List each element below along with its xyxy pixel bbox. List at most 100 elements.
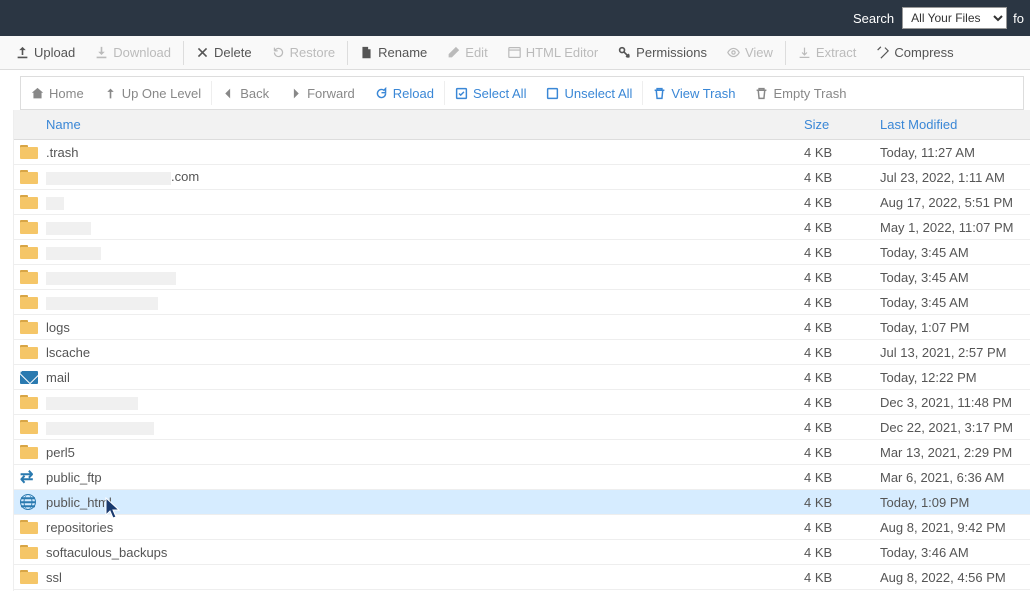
file-name: softaculous_backups: [46, 545, 804, 560]
file-size: 4 KB: [804, 295, 880, 310]
file-size: 4 KB: [804, 495, 880, 510]
file-modified: Jul 23, 2022, 1:11 AM: [880, 170, 1030, 185]
rename-button[interactable]: Rename: [350, 36, 437, 70]
eye-icon: [727, 46, 740, 59]
file-size: 4 KB: [804, 195, 880, 210]
up-one-level-button[interactable]: Up One Level: [94, 77, 212, 109]
column-size[interactable]: Size: [804, 117, 880, 132]
file-list: Name Size Last Modified .trash4 KBToday,…: [14, 110, 1030, 591]
home-icon: [31, 87, 44, 100]
file-modified: Today, 3:46 AM: [880, 545, 1030, 560]
file-size: 4 KB: [804, 170, 880, 185]
file-name: [46, 394, 804, 409]
file-modified: Today, 12:22 PM: [880, 370, 1030, 385]
select-all-button[interactable]: Select All: [445, 77, 536, 109]
search-filter-select[interactable]: All Your Files: [902, 7, 1007, 29]
navbar: Home Up One Level Back Forward Reload Se…: [20, 76, 1024, 110]
folder-icon: [20, 195, 38, 209]
column-name[interactable]: Name: [46, 117, 804, 132]
file-size: 4 KB: [804, 345, 880, 360]
folder-icon: [20, 395, 38, 409]
forward-button[interactable]: Forward: [279, 77, 365, 109]
table-row[interactable]: softaculous_backups4 KBToday, 3:46 AM: [14, 540, 1030, 565]
table-row[interactable]: .trash4 KBToday, 11:27 AM: [14, 140, 1030, 165]
extract-button[interactable]: Extract: [788, 36, 866, 70]
file-modified: Today, 1:07 PM: [880, 320, 1030, 335]
table-row[interactable]: 4 KBDec 3, 2021, 11:48 PM: [14, 390, 1030, 415]
folder-icon: [20, 320, 38, 334]
upload-button[interactable]: Upload: [6, 36, 85, 70]
file-name: [46, 244, 804, 259]
file-modified: Today, 1:09 PM: [880, 495, 1030, 510]
file-size: 4 KB: [804, 420, 880, 435]
view-trash-button[interactable]: View Trash: [643, 77, 745, 109]
edit-button[interactable]: Edit: [437, 36, 497, 70]
main: Name Size Last Modified .trash4 KBToday,…: [0, 110, 1030, 591]
redacted-text: [46, 197, 64, 210]
table-row[interactable]: 4 KBAug 17, 2022, 5:51 PM: [14, 190, 1030, 215]
file-modified: Mar 13, 2021, 2:29 PM: [880, 445, 1030, 460]
sidebar-collapsed[interactable]: [0, 110, 14, 591]
empty-trash-button[interactable]: Empty Trash: [745, 77, 856, 109]
delete-button[interactable]: Delete: [186, 36, 262, 70]
search-label: Search: [853, 11, 894, 26]
file-modified: Aug 8, 2021, 9:42 PM: [880, 520, 1030, 535]
column-modified[interactable]: Last Modified: [880, 117, 1030, 132]
ftp-icon: ⇄: [20, 467, 33, 487]
table-row[interactable]: perl54 KBMar 13, 2021, 2:29 PM: [14, 440, 1030, 465]
toolbar: Upload Download Delete Restore Rename Ed…: [0, 36, 1030, 70]
table-row[interactable]: .com4 KBJul 23, 2022, 1:11 AM: [14, 165, 1030, 190]
redacted-text: [46, 272, 176, 285]
table-row[interactable]: 4 KBDec 22, 2021, 3:17 PM: [14, 415, 1030, 440]
key-icon: [618, 46, 631, 59]
unselect-all-button[interactable]: Unselect All: [536, 77, 642, 109]
redacted-text: [46, 172, 171, 185]
restore-button[interactable]: Restore: [262, 36, 346, 70]
view-button[interactable]: View: [717, 36, 783, 70]
file-size: 4 KB: [804, 320, 880, 335]
file-size: 4 KB: [804, 395, 880, 410]
file-icon: [360, 46, 373, 59]
home-button[interactable]: Home: [21, 77, 94, 109]
folder-icon: [20, 270, 38, 284]
redacted-text: [46, 297, 158, 310]
check-square-icon: [455, 87, 468, 100]
compress-button[interactable]: Compress: [866, 36, 963, 70]
folder-icon: [20, 170, 38, 184]
table-row[interactable]: 4 KBToday, 3:45 AM: [14, 240, 1030, 265]
html-editor-button[interactable]: HTML Editor: [498, 36, 608, 70]
file-name: public_ftp: [46, 470, 804, 485]
html-icon: [508, 46, 521, 59]
upload-icon: [16, 46, 29, 59]
file-size: 4 KB: [804, 220, 880, 235]
table-row[interactable]: lscache4 KBJul 13, 2021, 2:57 PM: [14, 340, 1030, 365]
table-row[interactable]: logs4 KBToday, 1:07 PM: [14, 315, 1030, 340]
table-row[interactable]: ssl4 KBAug 8, 2022, 4:56 PM: [14, 565, 1030, 590]
file-modified: Dec 22, 2021, 3:17 PM: [880, 420, 1030, 435]
separator: [785, 41, 786, 65]
file-modified: Mar 6, 2021, 6:36 AM: [880, 470, 1030, 485]
download-icon: [95, 46, 108, 59]
table-row[interactable]: 4 KBToday, 3:45 AM: [14, 265, 1030, 290]
back-button[interactable]: Back: [212, 77, 279, 109]
permissions-button[interactable]: Permissions: [608, 36, 717, 70]
extract-icon: [798, 46, 811, 59]
table-row[interactable]: mail4 KBToday, 12:22 PM: [14, 365, 1030, 390]
folder-icon: [20, 420, 38, 434]
right-icon: [289, 87, 302, 100]
file-name: lscache: [46, 345, 804, 360]
file-name: .com: [46, 169, 804, 184]
download-button[interactable]: Download: [85, 36, 181, 70]
table-row[interactable]: 4 KBToday, 3:45 AM: [14, 290, 1030, 315]
table-row[interactable]: ⇄public_ftp4 KBMar 6, 2021, 6:36 AM: [14, 465, 1030, 490]
table-row[interactable]: repositories4 KBAug 8, 2021, 9:42 PM: [14, 515, 1030, 540]
folder-icon: [20, 445, 38, 459]
pencil-icon: [447, 46, 460, 59]
reload-button[interactable]: Reload: [365, 77, 444, 109]
table-row[interactable]: public_html4 KBToday, 1:09 PM: [14, 490, 1030, 515]
table-row[interactable]: 4 KBMay 1, 2022, 11:07 PM: [14, 215, 1030, 240]
for-label: fo: [1013, 11, 1024, 26]
trash-icon: [755, 87, 768, 100]
file-name: [46, 269, 804, 284]
compress-icon: [876, 46, 889, 59]
